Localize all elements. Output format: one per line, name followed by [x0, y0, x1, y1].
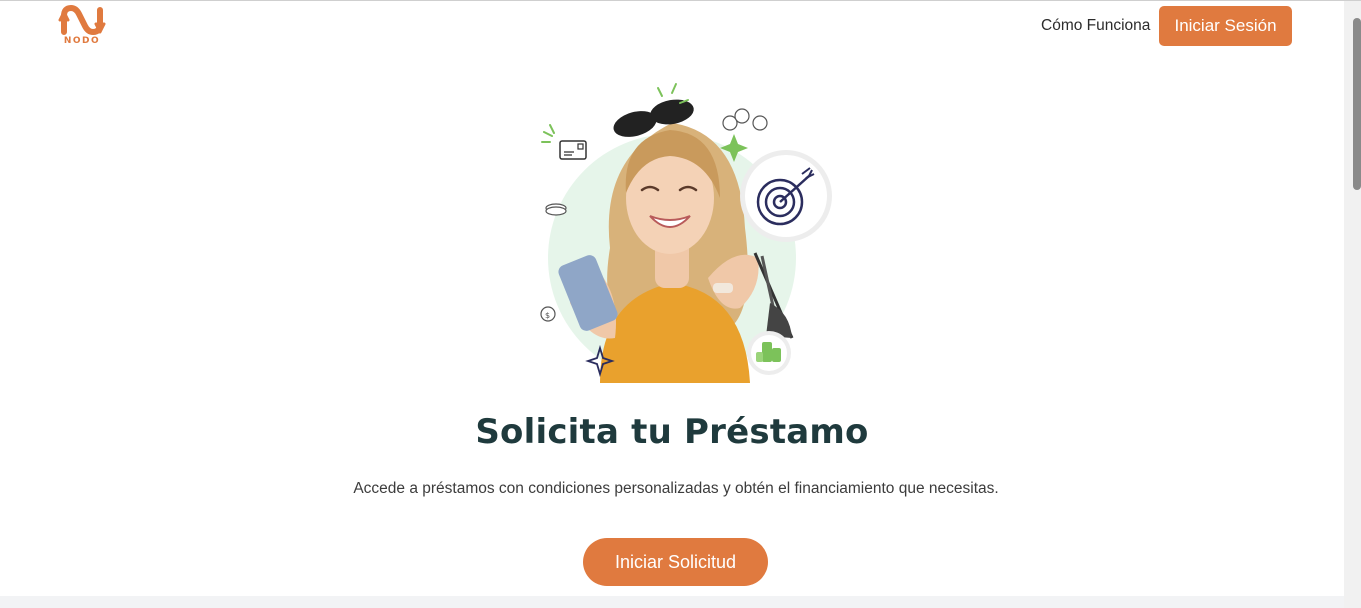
hero-subtitle: Accede a préstamos con condiciones perso… [353, 480, 999, 497]
nodo-logo[interactable]: NODO [58, 4, 106, 48]
logo-wordmark: NODO [63, 36, 101, 46]
woman-smiling-phone-shopping-bags-icon: $ [540, 83, 832, 383]
scrollbar-thumb[interactable] [1353, 18, 1361, 190]
svg-text:$: $ [545, 311, 550, 320]
nav-link-como-funciona[interactable]: Cómo Funciona [1041, 17, 1150, 35]
nodo-logo-mark-icon [58, 5, 106, 35]
start-application-button[interactable]: Iniciar Solicitud [583, 538, 768, 586]
next-section-edge [0, 596, 1344, 608]
login-button[interactable]: Iniciar Sesión [1159, 6, 1292, 46]
navbar: NODO Cómo Funciona Iniciar Sesión [0, 1, 1344, 51]
hero-illustration: $ [530, 78, 840, 390]
hero-title: Solicita tu Préstamo [475, 412, 869, 452]
